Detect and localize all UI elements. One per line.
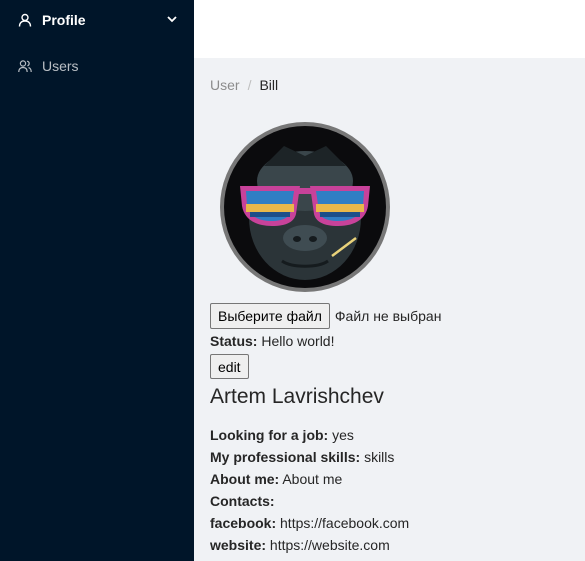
edit-button[interactable]: edit [210,354,249,379]
status-line: Status: Hello world! [210,333,334,349]
breadcrumb-separator: / [247,77,252,93]
contact-value[interactable]: https://website.com [270,537,390,553]
file-upload: Выберите файл Файл не выбран [210,303,441,329]
about-me: About me: About me [210,471,342,487]
about-label: About me: [210,471,280,487]
sidebar-item-label: Users [42,58,79,74]
sidebar-item-users[interactable]: Users [0,46,194,86]
avatar [220,122,390,292]
professional-skills: My professional skills: skills [210,449,394,465]
contacts-heading: Contacts: [210,493,275,509]
avatar-image [224,126,386,288]
contact-facebook: facebook: https://facebook.com [210,515,409,531]
header [194,0,585,58]
contact-label: facebook: [210,515,277,531]
breadcrumb-parent[interactable]: User [210,77,240,93]
contacts-label: Contacts: [210,493,275,509]
skills-label: My professional skills: [210,449,361,465]
looking-for-job: Looking for a job: yes [210,427,354,443]
contact-label: website: [210,537,267,553]
breadcrumb-current: Bill [259,77,279,93]
chevron-down-icon[interactable] [166,12,178,24]
contact-website: website: https://website.com [210,537,390,553]
sidebar: Profile Users [0,0,194,561]
app-root: Profile Users User / Bill Выберите файл … [0,0,585,561]
team-icon [18,59,32,73]
skills-value: skills [364,449,395,465]
main-content: User / Bill Выберите файл Файл не выбран… [194,58,585,561]
sidebar-item-label: Profile [42,12,86,28]
sidebar-item-profile[interactable]: Profile [0,0,194,40]
profile-full-name: Artem Lavrishchev [210,385,384,408]
user-icon [18,13,32,27]
breadcrumb: User / Bill [210,77,278,93]
contact-value[interactable]: https://facebook.com [280,515,409,531]
job-label: Looking for a job: [210,427,329,443]
file-status: Файл не выбран [334,308,442,324]
choose-file-button[interactable]: Выберите файл [210,303,330,329]
job-value: yes [332,427,354,443]
about-value: About me [282,471,343,487]
status-label: Status: [210,333,258,349]
status-value[interactable]: Hello world! [261,333,334,349]
